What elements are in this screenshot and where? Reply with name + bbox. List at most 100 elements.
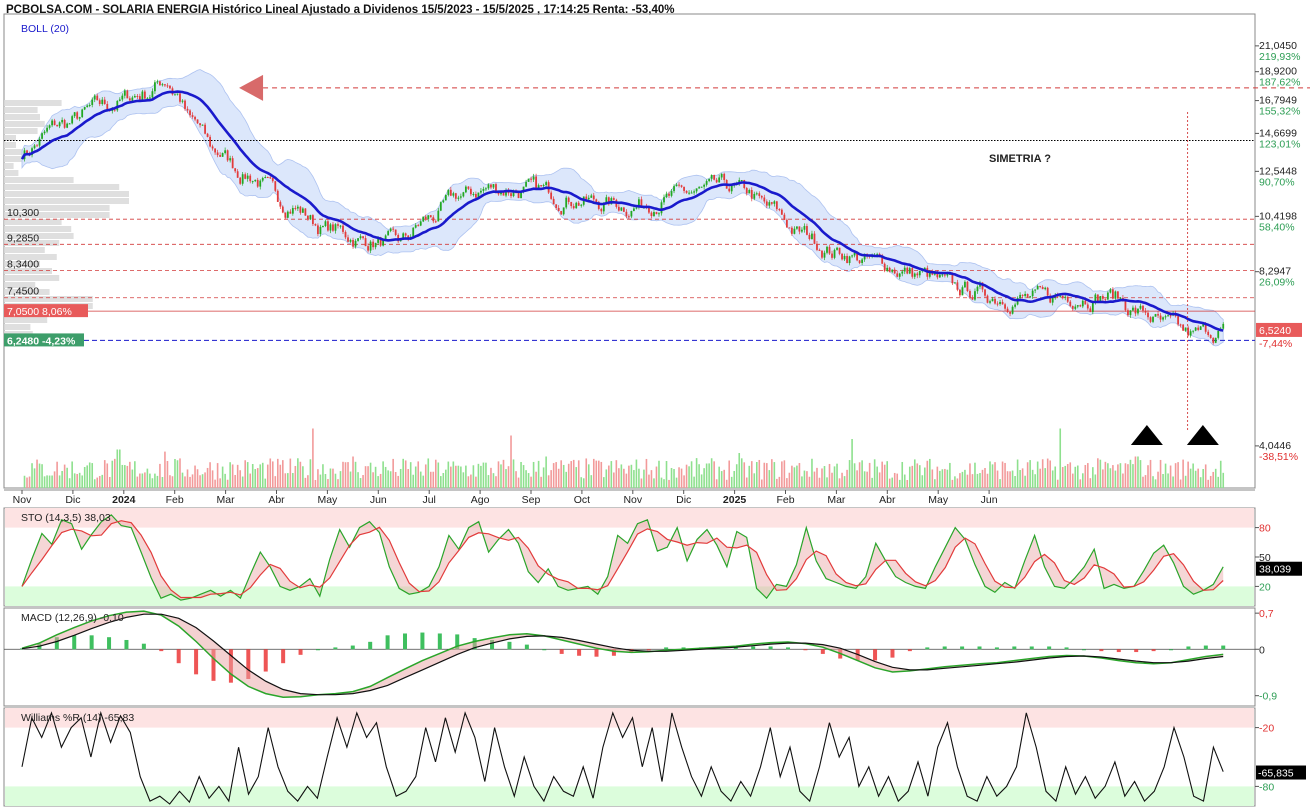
volume-bar (597, 460, 600, 488)
candle-body (768, 202, 771, 206)
candle-body (73, 112, 76, 117)
candle-body (1124, 301, 1127, 311)
candle-body (63, 119, 66, 128)
candle-body (858, 260, 861, 263)
candle-body (357, 238, 359, 241)
x-tick-label: Feb (776, 494, 794, 506)
volume-profile-bar (4, 219, 62, 225)
volume-bar (896, 473, 899, 488)
macd-histogram-bar (298, 649, 303, 655)
candle-body (1009, 312, 1011, 314)
volume-bar (33, 468, 36, 488)
volume-bar (1056, 479, 1059, 488)
volume-bar (1142, 476, 1144, 488)
volume-bar (342, 461, 344, 488)
volume-profile-bar (4, 114, 40, 120)
volume-bar (557, 468, 560, 488)
candle-body (572, 206, 575, 209)
macd-histogram-bar (942, 646, 947, 650)
volume-bar (700, 474, 703, 488)
chart-canvas[interactable]: 10,300 9,2850 8,3400 7,4500 SIMETRIA ? BOLL (… (0, 0, 1310, 812)
volume-bar (432, 471, 435, 488)
volume-bar (244, 460, 246, 488)
candle-body (590, 195, 593, 198)
candle-body (221, 153, 224, 157)
volume-bar (56, 461, 58, 488)
volume-bar (211, 470, 214, 488)
volume-bar (492, 473, 495, 488)
candle-body (1019, 294, 1022, 299)
volume-bar (512, 459, 515, 488)
candle-body (600, 208, 603, 212)
volume-bar (322, 464, 324, 488)
volume-bar (339, 471, 342, 488)
volume-bar (603, 477, 605, 488)
candle-body (304, 208, 307, 216)
candle-body (780, 209, 783, 215)
candle-body (289, 211, 292, 214)
y-tick-pct: 219,93% (1259, 51, 1300, 63)
x-tick-label: Abr (268, 494, 285, 506)
x-tick-label: Oct (574, 494, 590, 506)
volume-profile-bar (4, 275, 60, 281)
volume-bar (1082, 473, 1084, 488)
candle-body (1209, 335, 1212, 338)
candle-body (83, 107, 86, 110)
candle-body (98, 100, 101, 105)
candle-body (467, 186, 470, 189)
volume-bar (861, 460, 863, 488)
candle-body (241, 174, 244, 184)
volume-bar (713, 461, 715, 488)
volume-bar (750, 461, 753, 488)
volume-bar (206, 467, 209, 488)
x-tick-label: May (928, 494, 949, 506)
volume-bar (136, 476, 139, 488)
candle-body (595, 199, 598, 202)
volume-bar (645, 458, 648, 488)
candle-body (464, 186, 467, 193)
volume-bar (989, 461, 991, 488)
candle-body (891, 269, 894, 272)
volume-bar (447, 461, 450, 488)
volume-bar (826, 477, 828, 488)
candle-body (633, 208, 635, 211)
volume-bar (618, 468, 620, 488)
volume-bar (1124, 463, 1127, 488)
volume-bar (174, 458, 176, 488)
volume-bar (1139, 460, 1142, 488)
candle-body (41, 133, 43, 139)
x-tick-label: Ago (471, 494, 490, 506)
volume-bar (585, 458, 588, 488)
candle-body (181, 100, 184, 102)
candle-body (602, 204, 605, 212)
macd-histogram-bar (977, 646, 982, 650)
volume-bar (1189, 468, 1192, 488)
candle-body (811, 233, 813, 239)
candle-body (469, 188, 472, 195)
candle-body (324, 221, 327, 226)
volume-bar (1049, 460, 1052, 488)
volume-bar (505, 469, 507, 488)
volume-bar (241, 476, 244, 488)
williams-current-label: -65,835 (1258, 768, 1294, 780)
macd-histogram-bar (141, 643, 146, 650)
candle-body (665, 193, 668, 198)
candle-body (487, 184, 490, 189)
macd-histogram-bar (820, 649, 825, 654)
volume-bar (219, 478, 221, 488)
volume-bar (931, 469, 934, 488)
candle-body (261, 178, 264, 181)
candle-body (58, 122, 61, 127)
volume-bar (1059, 428, 1062, 488)
volume-bar (853, 463, 856, 488)
candle-body (201, 124, 204, 126)
candle-body (1154, 314, 1157, 317)
macd-histogram-bar (907, 649, 912, 652)
volume-bar (304, 477, 307, 488)
candle-body (1144, 310, 1147, 313)
up-triangle-marker (1130, 425, 1163, 445)
volume-bar (68, 478, 71, 488)
candle-body (961, 287, 964, 296)
volume-bar (547, 475, 550, 488)
volume-bar (680, 468, 683, 488)
